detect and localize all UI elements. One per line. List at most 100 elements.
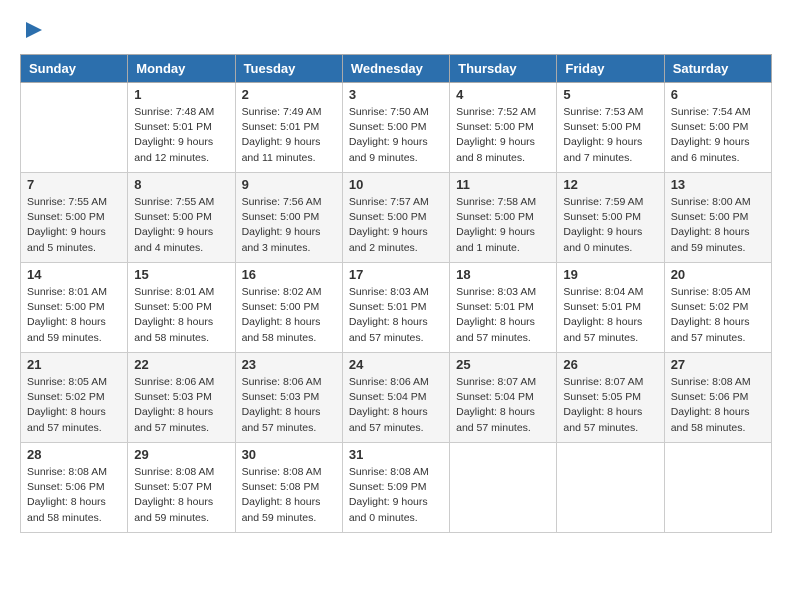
day-number: 7 xyxy=(27,177,121,192)
cell-content: Sunrise: 7:58 AMSunset: 5:00 PMDaylight:… xyxy=(456,195,550,256)
calendar-cell: 27 Sunrise: 8:08 AMSunset: 5:06 PMDayligh… xyxy=(664,353,771,443)
cell-content: Sunrise: 8:04 AMSunset: 5:01 PMDaylight:… xyxy=(563,285,657,346)
cell-content: Sunrise: 8:03 AMSunset: 5:01 PMDaylight:… xyxy=(349,285,443,346)
cell-content: Sunrise: 7:56 AMSunset: 5:00 PMDaylight:… xyxy=(242,195,336,256)
cell-content: Sunrise: 8:08 AMSunset: 5:06 PMDaylight:… xyxy=(27,465,121,526)
day-number: 29 xyxy=(134,447,228,462)
day-number: 27 xyxy=(671,357,765,372)
calendar-header-row: SundayMondayTuesdayWednesdayThursdayFrid… xyxy=(21,55,772,83)
day-number: 5 xyxy=(563,87,657,102)
cell-content: Sunrise: 8:06 AMSunset: 5:03 PMDaylight:… xyxy=(134,375,228,436)
col-header-saturday: Saturday xyxy=(664,55,771,83)
calendar-cell: 1 Sunrise: 7:48 AMSunset: 5:01 PMDaylight… xyxy=(128,83,235,173)
cell-content: Sunrise: 7:55 AMSunset: 5:00 PMDaylight:… xyxy=(134,195,228,256)
day-number: 20 xyxy=(671,267,765,282)
day-number: 26 xyxy=(563,357,657,372)
calendar-cell: 6Sunrise: 7:54 AMSunset: 5:00 PMDaylight… xyxy=(664,83,771,173)
calendar-cell: 12 Sunrise: 7:59 AMSunset: 5:00 PMDayligh… xyxy=(557,173,664,263)
calendar-cell: 15 Sunrise: 8:01 AMSunset: 5:00 PMDayligh… xyxy=(128,263,235,353)
cell-content: Sunrise: 8:07 AMSunset: 5:05 PMDaylight:… xyxy=(563,375,657,436)
cell-content: Sunrise: 8:01 AMSunset: 5:00 PMDaylight:… xyxy=(27,285,121,346)
day-number: 10 xyxy=(349,177,443,192)
day-number: 13 xyxy=(671,177,765,192)
day-number: 15 xyxy=(134,267,228,282)
header xyxy=(20,20,772,44)
day-number: 12 xyxy=(563,177,657,192)
calendar-cell: 7 Sunrise: 7:55 AMSunset: 5:00 PMDaylight… xyxy=(21,173,128,263)
cell-content: Sunrise: 8:08 AMSunset: 5:08 PMDaylight:… xyxy=(242,465,336,526)
day-number: 9 xyxy=(242,177,336,192)
calendar-cell: 14 Sunrise: 8:01 AMSunset: 5:00 PMDayligh… xyxy=(21,263,128,353)
calendar-cell: 13Sunrise: 8:00 AMSunset: 5:00 PMDayligh… xyxy=(664,173,771,263)
day-number: 31 xyxy=(349,447,443,462)
calendar-week-row: 1 Sunrise: 7:48 AMSunset: 5:01 PMDaylight… xyxy=(21,83,772,173)
calendar-cell: 21 Sunrise: 8:05 AMSunset: 5:02 PMDayligh… xyxy=(21,353,128,443)
cell-content: Sunrise: 7:48 AMSunset: 5:01 PMDaylight:… xyxy=(134,105,228,166)
day-number: 8 xyxy=(134,177,228,192)
calendar-cell: 22 Sunrise: 8:06 AMSunset: 5:03 PMDayligh… xyxy=(128,353,235,443)
calendar-week-row: 7 Sunrise: 7:55 AMSunset: 5:00 PMDaylight… xyxy=(21,173,772,263)
cell-content: Sunrise: 8:02 AMSunset: 5:00 PMDaylight:… xyxy=(242,285,336,346)
cell-content: Sunrise: 8:05 AMSunset: 5:02 PMDaylight:… xyxy=(27,375,121,436)
cell-content: Sunrise: 7:59 AMSunset: 5:00 PMDaylight:… xyxy=(563,195,657,256)
day-number: 24 xyxy=(349,357,443,372)
col-header-wednesday: Wednesday xyxy=(342,55,449,83)
calendar-cell: 18Sunrise: 8:03 AMSunset: 5:01 PMDayligh… xyxy=(450,263,557,353)
col-header-thursday: Thursday xyxy=(450,55,557,83)
calendar-cell: 11 Sunrise: 7:58 AMSunset: 5:00 PMDayligh… xyxy=(450,173,557,263)
cell-content: Sunrise: 7:52 AMSunset: 5:00 PMDaylight:… xyxy=(456,105,550,166)
cell-content: Sunrise: 7:50 AMSunset: 5:00 PMDaylight:… xyxy=(349,105,443,166)
calendar-cell: 5 Sunrise: 7:53 AMSunset: 5:00 PMDaylight… xyxy=(557,83,664,173)
col-header-friday: Friday xyxy=(557,55,664,83)
day-number: 21 xyxy=(27,357,121,372)
day-number: 16 xyxy=(242,267,336,282)
calendar-cell: 17 Sunrise: 8:03 AMSunset: 5:01 PMDayligh… xyxy=(342,263,449,353)
day-number: 2 xyxy=(242,87,336,102)
cell-content: Sunrise: 7:57 AMSunset: 5:00 PMDaylight:… xyxy=(349,195,443,256)
calendar-cell: 24 Sunrise: 8:06 AMSunset: 5:04 PMDayligh… xyxy=(342,353,449,443)
calendar-cell: 30 Sunrise: 8:08 AMSunset: 5:08 PMDayligh… xyxy=(235,443,342,533)
cell-content: Sunrise: 7:55 AMSunset: 5:00 PMDaylight:… xyxy=(27,195,121,256)
cell-content: Sunrise: 8:01 AMSunset: 5:00 PMDaylight:… xyxy=(134,285,228,346)
col-header-tuesday: Tuesday xyxy=(235,55,342,83)
day-number: 3 xyxy=(349,87,443,102)
cell-content: Sunrise: 8:05 AMSunset: 5:02 PMDaylight:… xyxy=(671,285,765,346)
cell-content: Sunrise: 8:06 AMSunset: 5:03 PMDaylight:… xyxy=(242,375,336,436)
calendar-cell xyxy=(21,83,128,173)
calendar-cell: 9 Sunrise: 7:56 AMSunset: 5:00 PMDaylight… xyxy=(235,173,342,263)
day-number: 6 xyxy=(671,87,765,102)
day-number: 22 xyxy=(134,357,228,372)
calendar-table: SundayMondayTuesdayWednesdayThursdayFrid… xyxy=(20,54,772,533)
calendar-week-row: 28Sunrise: 8:08 AMSunset: 5:06 PMDayligh… xyxy=(21,443,772,533)
cell-content: Sunrise: 7:53 AMSunset: 5:00 PMDaylight:… xyxy=(563,105,657,166)
day-number: 30 xyxy=(242,447,336,462)
cell-content: Sunrise: 7:49 AMSunset: 5:01 PMDaylight:… xyxy=(242,105,336,166)
calendar-week-row: 14 Sunrise: 8:01 AMSunset: 5:00 PMDayligh… xyxy=(21,263,772,353)
calendar-cell: 29Sunrise: 8:08 AMSunset: 5:07 PMDayligh… xyxy=(128,443,235,533)
calendar-cell: 10 Sunrise: 7:57 AMSunset: 5:00 PMDayligh… xyxy=(342,173,449,263)
calendar-cell: 26 Sunrise: 8:07 AMSunset: 5:05 PMDayligh… xyxy=(557,353,664,443)
day-number: 19 xyxy=(563,267,657,282)
logo xyxy=(20,20,48,44)
col-header-sunday: Sunday xyxy=(21,55,128,83)
calendar-cell: 28Sunrise: 8:08 AMSunset: 5:06 PMDayligh… xyxy=(21,443,128,533)
calendar-week-row: 21 Sunrise: 8:05 AMSunset: 5:02 PMDayligh… xyxy=(21,353,772,443)
calendar-cell xyxy=(557,443,664,533)
cell-content: Sunrise: 8:08 AMSunset: 5:06 PMDaylight:… xyxy=(671,375,765,436)
day-number: 23 xyxy=(242,357,336,372)
calendar-cell: 19 Sunrise: 8:04 AMSunset: 5:01 PMDayligh… xyxy=(557,263,664,353)
calendar-cell: 23 Sunrise: 8:06 AMSunset: 5:03 PMDayligh… xyxy=(235,353,342,443)
day-number: 11 xyxy=(456,177,550,192)
cell-content: Sunrise: 8:06 AMSunset: 5:04 PMDaylight:… xyxy=(349,375,443,436)
day-number: 18 xyxy=(456,267,550,282)
calendar-cell: 25Sunrise: 8:07 AMSunset: 5:04 PMDayligh… xyxy=(450,353,557,443)
col-header-monday: Monday xyxy=(128,55,235,83)
day-number: 14 xyxy=(27,267,121,282)
calendar-cell xyxy=(450,443,557,533)
calendar-cell: 2 Sunrise: 7:49 AMSunset: 5:01 PMDaylight… xyxy=(235,83,342,173)
day-number: 17 xyxy=(349,267,443,282)
calendar-cell: 31 Sunrise: 8:08 AMSunset: 5:09 PMDayligh… xyxy=(342,443,449,533)
day-number: 1 xyxy=(134,87,228,102)
cell-content: Sunrise: 8:08 AMSunset: 5:09 PMDaylight:… xyxy=(349,465,443,526)
calendar-cell: 4Sunrise: 7:52 AMSunset: 5:00 PMDaylight… xyxy=(450,83,557,173)
